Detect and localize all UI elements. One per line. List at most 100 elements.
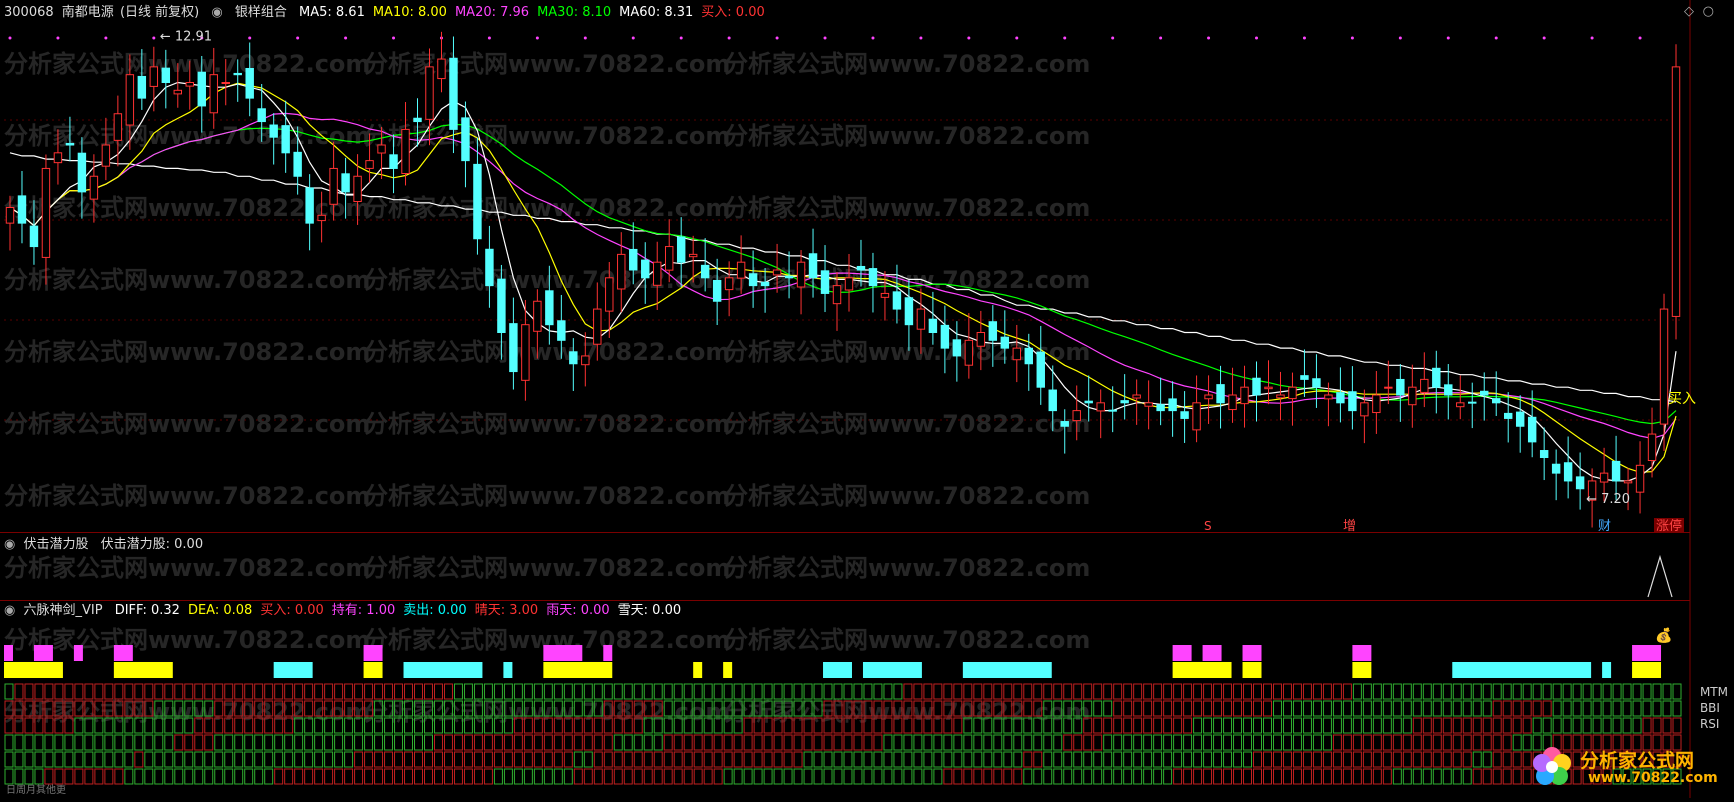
signal-cell [453,683,463,700]
candle-body [617,253,626,290]
chart-stage[interactable]: 分析家公式网www.70822.com 分析家公式网www.70822.com 分析… [0,0,1734,798]
candle [1228,367,1237,423]
candle-body [65,142,75,146]
candle-body [1563,462,1573,482]
indicator-name[interactable]: 银样组合 [235,5,287,20]
signal-cell [244,751,254,768]
circle-icon[interactable]: ○ [1703,4,1714,19]
panel2-name[interactable]: 伏击潜力股 [23,537,88,552]
candle [1096,389,1105,439]
signal-cell [1662,700,1672,717]
signal-cell [473,751,483,768]
candle-body [784,275,794,279]
signal-cell [1582,700,1592,717]
watermark-text: 分析家公式网www.70822.com [4,554,370,582]
signal-cell [1492,734,1502,751]
signal-cell [613,683,623,700]
watermark-text: 分析家公式网www.70822.com [724,50,1090,78]
candle-body [940,324,950,349]
signal-cell [1173,700,1183,717]
candle-body [1120,400,1129,404]
signal-cell [1243,717,1253,734]
signal-cell [1312,700,1322,717]
candle [473,137,482,255]
candle-body [281,125,290,154]
signal-cell [1332,768,1342,785]
signal-cell [1652,700,1662,717]
signal-block [4,645,13,661]
signal-cell [324,751,334,768]
signal-cell [1362,700,1372,717]
signal-cell [414,734,423,751]
diamond-icon[interactable]: ◇ [1684,4,1694,19]
signal-cell [1422,768,1432,785]
signal-cell [1462,700,1472,717]
signal-cell [673,768,683,785]
legend-rsi: RSI [1699,717,1720,731]
signal-cell [354,734,364,751]
signal-cell [254,751,264,768]
signal-cell [1342,751,1352,768]
signal-cell [14,734,24,751]
signal-cell [833,751,843,768]
signal-cell [643,683,653,700]
panel2-toggle-icon[interactable]: ◉ [4,537,15,552]
signal-cell [1392,700,1402,717]
signal-cell [1572,683,1582,700]
signal-cell [1302,700,1312,717]
signal-cell [813,734,823,751]
signal-cell [134,734,144,751]
signal-cell [1412,768,1422,785]
signal-cell [933,751,943,768]
period-tabs[interactable]: 日周月其他更 [6,781,66,796]
panel3-toggle-icon[interactable]: ◉ [4,603,15,618]
signal-cell [74,734,84,751]
chart-canvas[interactable]: 分析家公式网www.70822.com分析家公式网www.70822.com分析… [0,0,1734,798]
candle-body [1492,398,1501,404]
signal-cell [244,768,254,785]
candle-body [509,323,518,373]
signal-cell [593,683,603,700]
candle-body [1132,394,1141,399]
signal-cell [883,683,893,700]
signal-cell [843,751,853,768]
signal-cell [753,683,763,700]
signal-cell [1352,700,1362,717]
signal-cell [1562,683,1572,700]
signal-cell [793,768,803,785]
signal-cell [1233,700,1243,717]
signal-cell [114,734,124,751]
signal-cell [364,768,374,785]
candle-body [1611,460,1621,482]
panel3-name[interactable]: 六脉神剑_VIP [23,603,102,618]
signal-cell [1113,768,1123,785]
candle [281,100,290,173]
candle-body [629,248,638,271]
panel3-label-2: 买入: 0.00 [260,603,324,618]
signal-cell [54,683,64,700]
signal-cell [114,768,124,785]
indicator-toggle-icon[interactable]: ◉ [211,5,222,20]
signal-cell [853,768,863,785]
signal-cell [284,751,294,768]
signal-cell [1003,683,1013,700]
signal-cell [603,768,613,785]
signal-cell [1482,700,1492,717]
signal-cell [1143,751,1153,768]
signal-cell [443,734,453,751]
candle [1420,352,1429,408]
signal-block [1352,662,1372,678]
candle-body [664,246,674,271]
signal-cell [1512,734,1522,751]
period-label[interactable]: (日线 前复权) [120,5,199,20]
signal-cell [783,683,793,700]
signal-cell [823,751,833,768]
signal-cell [513,768,523,785]
signal-cell [1123,734,1133,751]
signal-cell [194,768,204,785]
signal-cell [164,734,174,751]
signal-cell [863,751,873,768]
signal-cell [743,751,753,768]
signal-cell [1223,717,1233,734]
signal-cell [1003,734,1013,751]
